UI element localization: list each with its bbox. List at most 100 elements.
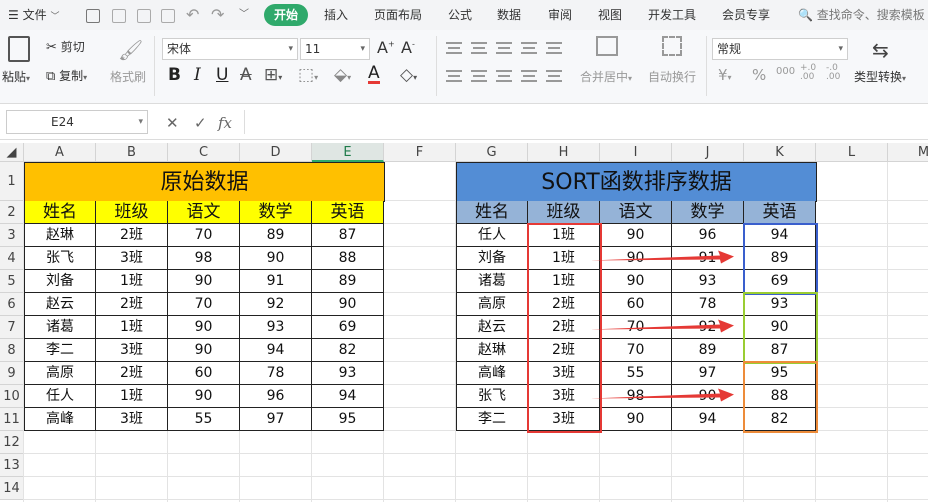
left-data-cell[interactable]: 97 bbox=[240, 408, 312, 431]
right-data-cell[interactable]: 2班 bbox=[528, 316, 600, 339]
decrease-decimal-icon[interactable]: -.0.00 bbox=[826, 64, 840, 82]
formula-input[interactable] bbox=[244, 110, 928, 134]
right-data-cell[interactable]: 90 bbox=[600, 224, 672, 247]
row-header-3[interactable]: 3 bbox=[0, 224, 24, 247]
clear-format-icon[interactable]: ◇▾ bbox=[400, 65, 417, 85]
left-data-cell[interactable]: 91 bbox=[240, 270, 312, 293]
decrease-font-icon[interactable]: A- bbox=[401, 38, 415, 57]
row-header-14[interactable]: 14 bbox=[0, 477, 24, 500]
font-size-select[interactable]: 11 ▾ bbox=[300, 38, 370, 60]
save-icon[interactable] bbox=[86, 4, 100, 26]
column-header-a[interactable]: A bbox=[24, 143, 96, 162]
left-data-cell[interactable]: 60 bbox=[168, 362, 240, 385]
confirm-icon[interactable]: ✓ bbox=[194, 114, 207, 132]
row-header-13[interactable]: 13 bbox=[0, 454, 24, 477]
left-header-cell[interactable]: 英语 bbox=[312, 201, 384, 224]
file-menu[interactable]: ☰ 文件 ﹀ bbox=[8, 4, 59, 26]
left-data-cell[interactable]: 高峰 bbox=[24, 408, 96, 431]
left-data-cell[interactable]: 3班 bbox=[96, 339, 168, 362]
right-data-cell[interactable]: 张飞 bbox=[456, 385, 528, 408]
right-data-cell[interactable]: 95 bbox=[744, 362, 816, 385]
right-data-cell[interactable]: 70 bbox=[600, 316, 672, 339]
left-data-cell[interactable]: 70 bbox=[168, 224, 240, 247]
right-data-cell[interactable]: 刘备 bbox=[456, 247, 528, 270]
right-data-cell[interactable]: 93 bbox=[744, 293, 816, 316]
left-header-cell[interactable]: 班级 bbox=[96, 201, 168, 224]
right-data-cell[interactable]: 李二 bbox=[456, 408, 528, 431]
column-header-l[interactable]: L bbox=[816, 143, 888, 162]
left-data-cell[interactable]: 90 bbox=[240, 247, 312, 270]
left-data-cell[interactable]: 78 bbox=[240, 362, 312, 385]
column-header-f[interactable]: F bbox=[384, 143, 456, 162]
left-data-cell[interactable]: 2班 bbox=[96, 293, 168, 316]
right-data-cell[interactable]: 2班 bbox=[528, 293, 600, 316]
column-header-g[interactable]: G bbox=[456, 143, 528, 162]
right-data-cell[interactable]: 78 bbox=[672, 293, 744, 316]
right-data-cell[interactable]: 89 bbox=[672, 339, 744, 362]
align-left-icon[interactable] bbox=[446, 70, 462, 82]
left-data-cell[interactable]: 赵云 bbox=[24, 293, 96, 316]
left-data-cell[interactable]: 3班 bbox=[96, 247, 168, 270]
tab-member[interactable]: 会员专享 bbox=[722, 4, 770, 26]
print-icon[interactable] bbox=[137, 4, 151, 26]
tab-insert[interactable]: 插入 bbox=[324, 4, 348, 26]
left-data-cell[interactable]: 赵琳 bbox=[24, 224, 96, 247]
row-header-2[interactable]: 2 bbox=[0, 201, 24, 224]
format-painter-button[interactable]: 格式刷 bbox=[110, 68, 146, 85]
name-box[interactable]: E24 ▾ bbox=[6, 110, 148, 134]
right-data-cell[interactable]: 赵云 bbox=[456, 316, 528, 339]
copy-button[interactable]: ⧉ 复制▾ bbox=[46, 67, 87, 84]
right-data-cell[interactable]: 60 bbox=[600, 293, 672, 316]
left-data-cell[interactable]: 刘备 bbox=[24, 270, 96, 293]
left-data-cell[interactable]: 任人 bbox=[24, 385, 96, 408]
tab-review[interactable]: 审阅 bbox=[548, 4, 572, 26]
left-data-cell[interactable]: 诸葛 bbox=[24, 316, 96, 339]
command-search[interactable]: 🔍 查找命令、搜索模板 bbox=[798, 4, 925, 26]
right-data-cell[interactable]: 高峰 bbox=[456, 362, 528, 385]
left-data-cell[interactable]: 1班 bbox=[96, 316, 168, 339]
left-data-cell[interactable]: 1班 bbox=[96, 385, 168, 408]
column-header-b[interactable]: B bbox=[96, 143, 168, 162]
right-data-cell[interactable]: 94 bbox=[672, 408, 744, 431]
tab-home[interactable]: 开始 bbox=[264, 4, 309, 26]
align-right-icon[interactable] bbox=[496, 70, 512, 82]
highlight-icon[interactable]: ⬙▾ bbox=[334, 65, 351, 85]
quick-access-more-icon[interactable]: ﹀ bbox=[239, 4, 249, 26]
left-data-cell[interactable]: 90 bbox=[168, 339, 240, 362]
cut-button[interactable]: ✂ 剪切 bbox=[46, 38, 85, 55]
row-header-10[interactable]: 10 bbox=[0, 385, 24, 408]
left-data-cell[interactable]: 82 bbox=[312, 339, 384, 362]
paste-icon[interactable] bbox=[8, 36, 30, 62]
column-header-h[interactable]: H bbox=[528, 143, 600, 162]
left-data-cell[interactable]: 89 bbox=[240, 224, 312, 247]
right-data-cell[interactable]: 诸葛 bbox=[456, 270, 528, 293]
increase-font-icon[interactable]: A+ bbox=[377, 38, 395, 57]
align-top-icon[interactable] bbox=[446, 42, 462, 54]
bold-icon[interactable]: B bbox=[168, 65, 181, 85]
row-header-7[interactable]: 7 bbox=[0, 316, 24, 339]
left-data-cell[interactable]: 89 bbox=[312, 270, 384, 293]
fill-icon[interactable]: ⬚▾ bbox=[298, 65, 318, 85]
right-data-cell[interactable]: 90 bbox=[600, 408, 672, 431]
right-data-cell[interactable]: 89 bbox=[744, 247, 816, 270]
align-center-icon[interactable] bbox=[471, 70, 487, 82]
tab-data[interactable]: 数据 bbox=[497, 4, 521, 26]
row-header-6[interactable]: 6 bbox=[0, 293, 24, 316]
align-middle-icon[interactable] bbox=[471, 42, 487, 54]
right-data-cell[interactable]: 91 bbox=[672, 247, 744, 270]
row-header-4[interactable]: 4 bbox=[0, 247, 24, 270]
print-preview-icon[interactable] bbox=[161, 4, 175, 26]
italic-icon[interactable]: I bbox=[194, 65, 201, 85]
right-data-cell[interactable]: 96 bbox=[672, 224, 744, 247]
column-header-d[interactable]: D bbox=[240, 143, 312, 162]
right-data-cell[interactable]: 70 bbox=[600, 339, 672, 362]
right-data-cell[interactable]: 98 bbox=[600, 385, 672, 408]
right-data-cell[interactable]: 94 bbox=[744, 224, 816, 247]
right-header-cell[interactable]: 语文 bbox=[600, 201, 672, 224]
right-data-cell[interactable]: 97 bbox=[672, 362, 744, 385]
right-data-cell[interactable]: 69 bbox=[744, 270, 816, 293]
tab-developer[interactable]: 开发工具 bbox=[648, 4, 696, 26]
left-header-cell[interactable]: 语文 bbox=[168, 201, 240, 224]
right-data-cell[interactable]: 1班 bbox=[528, 247, 600, 270]
thousands-icon[interactable]: 000 bbox=[776, 66, 795, 77]
